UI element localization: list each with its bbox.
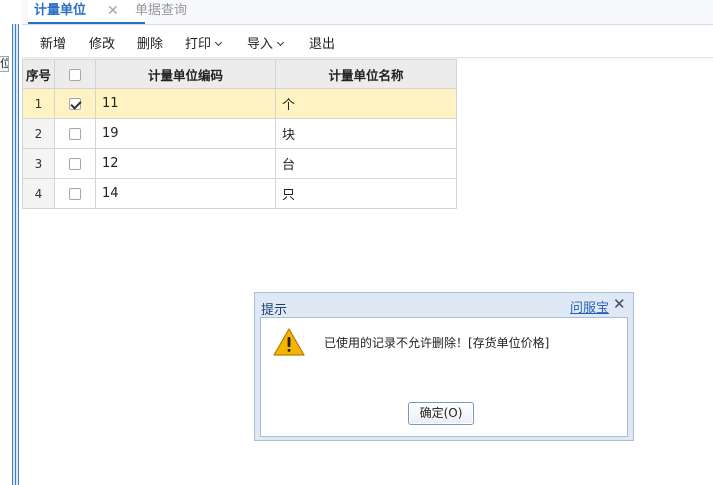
ok-button[interactable]: 确定(O) — [408, 402, 474, 425]
dialog-title: 提示 — [261, 303, 288, 318]
row-checkbox[interactable] — [69, 158, 81, 170]
row-checkbox[interactable] — [69, 98, 81, 110]
add-button[interactable]: 新增 — [40, 33, 66, 52]
close-icon[interactable]: ✕ — [613, 295, 626, 313]
row-checkbox-cell[interactable] — [54, 148, 96, 179]
table-header-row: 序号 计量单位编码 计量单位名称 — [22, 59, 457, 89]
tab-label: 计量单位 — [34, 3, 87, 18]
print-label: 打印 — [185, 37, 212, 52]
delete-button[interactable]: 删除 — [137, 33, 163, 52]
row-checkbox-cell[interactable] — [54, 88, 96, 119]
app-root: 位 计量单位 ✕ 单据查询 新增 修改 删除 打印 导入 退出 序号 计量单位编… — [0, 0, 713, 485]
chevron-down-icon — [276, 38, 285, 47]
table-row[interactable]: 4 14 只 — [22, 178, 457, 209]
unit-table: 序号 计量单位编码 计量单位名称 1 11 个 2 19 块 3 12 台 4 … — [22, 59, 457, 209]
unit-code-cell[interactable]: 12 — [95, 148, 276, 179]
column-header-code[interactable]: 计量单位编码 — [95, 59, 276, 89]
column-header-name[interactable]: 计量单位名称 — [275, 59, 457, 89]
tab-close-icon[interactable]: ✕ — [107, 0, 119, 22]
table-row[interactable]: 2 19 块 — [22, 118, 457, 149]
unit-code-cell[interactable]: 14 — [95, 178, 276, 209]
unit-name-cell[interactable]: 个 — [275, 88, 457, 119]
row-checkbox-cell[interactable] — [54, 118, 96, 149]
dialog-message: 已使用的记录不允许删除！[存货单位价格] — [324, 336, 550, 350]
splitter-line — [15, 24, 16, 485]
import-button[interactable]: 导入 — [247, 33, 285, 52]
table-row[interactable]: 1 11 个 — [22, 88, 457, 119]
tab-bar: 计量单位 ✕ 单据查询 — [22, 0, 713, 25]
row-checkbox[interactable] — [69, 128, 81, 140]
chevron-down-icon — [214, 38, 223, 47]
tab-measure-unit[interactable]: 计量单位 ✕ — [28, 0, 145, 24]
tab-document-query[interactable]: 单据查询 — [135, 0, 187, 24]
unit-code-cell[interactable]: 11 — [95, 88, 276, 119]
dialog-body: 已使用的记录不允许删除！[存货单位价格] 确定(O) — [260, 317, 628, 437]
table-row[interactable]: 3 12 台 — [22, 148, 457, 179]
help-link[interactable]: 问服宝 — [570, 297, 609, 316]
row-checkbox-cell[interactable] — [54, 178, 96, 209]
toolbar: 新增 修改 删除 打印 导入 退出 — [22, 26, 713, 58]
tab-label: 单据查询 — [135, 3, 188, 18]
unit-name-cell[interactable]: 台 — [275, 148, 457, 179]
row-checkbox[interactable] — [69, 188, 81, 200]
exit-button[interactable]: 退出 — [309, 33, 335, 52]
row-index: 2 — [22, 118, 55, 149]
print-button[interactable]: 打印 — [185, 33, 223, 52]
collapsed-panel-stub[interactable]: 位 — [0, 56, 9, 72]
alert-dialog: 提示 问服宝 ✕ 已使用的记录不允许删除！[存货单位价格] 确定(O) — [254, 292, 634, 441]
row-index: 3 — [22, 148, 55, 179]
import-label: 导入 — [247, 37, 274, 52]
row-index: 4 — [22, 178, 55, 209]
column-header-index: 序号 — [22, 59, 55, 89]
column-header-select-all[interactable] — [54, 59, 96, 89]
warning-icon — [273, 328, 305, 356]
unit-name-cell[interactable]: 只 — [275, 178, 457, 209]
select-all-checkbox[interactable] — [69, 69, 81, 81]
unit-code-cell[interactable]: 19 — [95, 118, 276, 149]
row-index: 1 — [22, 88, 55, 119]
unit-name-cell[interactable]: 块 — [275, 118, 457, 149]
left-splitter[interactable] — [12, 24, 19, 485]
edit-button[interactable]: 修改 — [89, 33, 115, 52]
